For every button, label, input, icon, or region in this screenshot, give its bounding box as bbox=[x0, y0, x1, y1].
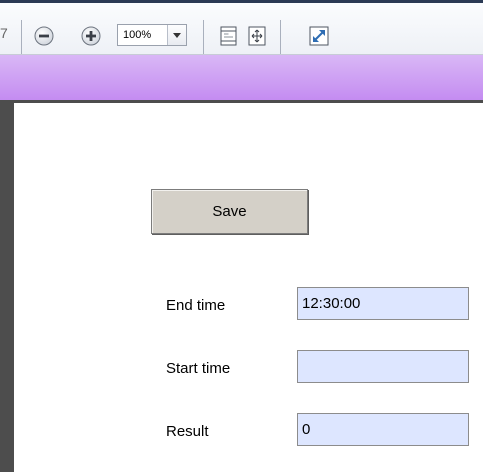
zoom-in-button[interactable] bbox=[81, 26, 101, 46]
fit-width-icon bbox=[248, 26, 266, 46]
start-time-label: Start time bbox=[166, 360, 231, 377]
toolbar-separator bbox=[21, 20, 22, 54]
fullscreen-icon bbox=[309, 26, 329, 46]
result-label: Result bbox=[166, 423, 209, 440]
zoom-select[interactable]: 100% bbox=[117, 24, 187, 46]
toolbar-separator bbox=[280, 20, 281, 54]
minus-circle-icon bbox=[34, 26, 54, 46]
fullscreen-button[interactable] bbox=[308, 25, 330, 47]
left-border-bar bbox=[0, 103, 14, 472]
fit-page-button[interactable] bbox=[218, 25, 240, 47]
start-time-input[interactable] bbox=[297, 350, 469, 383]
toolbar-edge-glyph: 7 bbox=[0, 25, 8, 41]
toolbar-separator bbox=[203, 20, 204, 54]
header-banner bbox=[0, 55, 483, 100]
zoom-dropdown-button[interactable] bbox=[167, 25, 186, 45]
zoom-value: 100% bbox=[123, 29, 152, 41]
end-time-label: End time bbox=[166, 297, 226, 314]
end-time-input[interactable] bbox=[297, 287, 469, 320]
zoom-out-button[interactable] bbox=[34, 26, 54, 46]
plus-circle-icon bbox=[81, 26, 101, 46]
viewer-toolbar: 7 100% bbox=[0, 3, 483, 55]
chevron-down-icon bbox=[173, 33, 181, 38]
result-input[interactable] bbox=[297, 413, 469, 446]
fit-width-button[interactable] bbox=[246, 25, 268, 47]
banner-divider bbox=[0, 100, 483, 103]
fit-page-icon bbox=[220, 26, 237, 46]
save-button[interactable]: Save bbox=[151, 189, 308, 234]
